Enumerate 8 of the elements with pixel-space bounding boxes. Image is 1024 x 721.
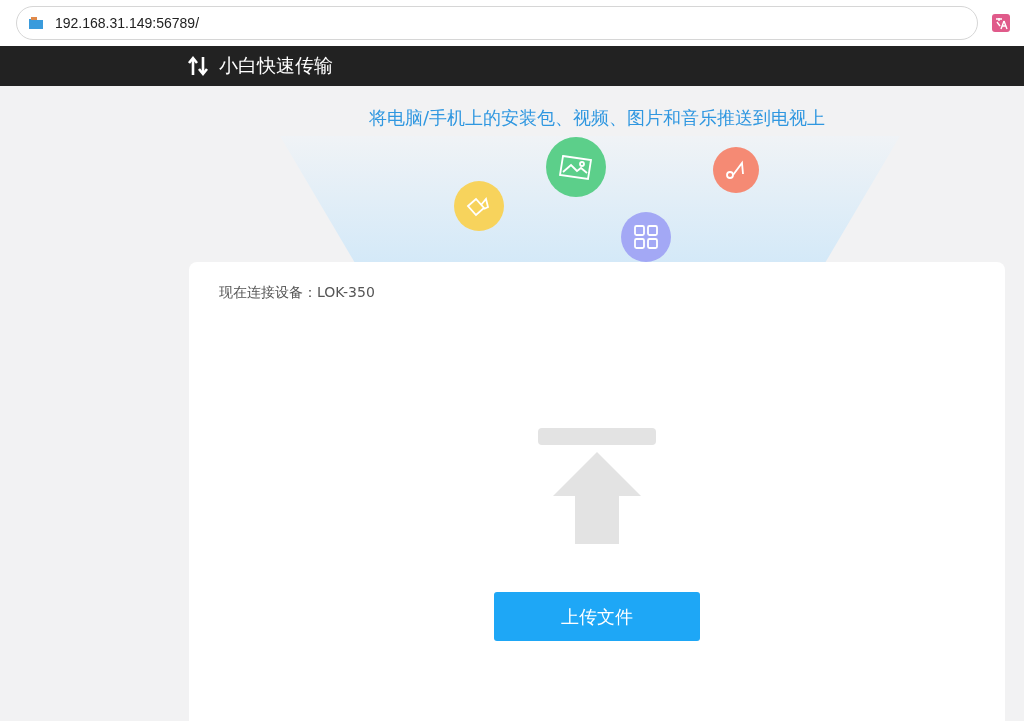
upload-icon	[538, 428, 656, 546]
translate-icon[interactable]	[992, 14, 1010, 32]
tagline: 将电脑/手机上的安装包、视频、图片和音乐推送到电视上	[368, 106, 826, 130]
device-label: 现在连接设备：LOK-350	[219, 284, 375, 302]
url-text: 192.168.31.149:56789/	[55, 15, 200, 31]
app-title: 小白快速传输	[219, 53, 333, 78]
refresh-arrows-icon	[187, 54, 209, 78]
folder-icon	[29, 17, 43, 29]
